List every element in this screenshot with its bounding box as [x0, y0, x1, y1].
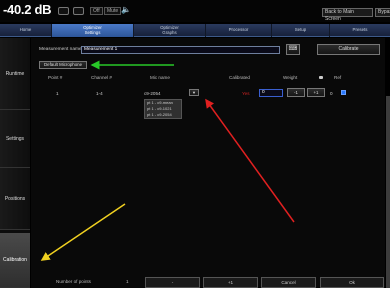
tab-label: Processor	[228, 27, 249, 33]
row-point: 1	[56, 91, 59, 96]
number-of-points-value: 1	[126, 279, 129, 284]
row-channel: 1-4	[96, 91, 103, 96]
header-ref: Ref	[334, 75, 342, 80]
mic-option[interactable]: pt 1 - c9-2054	[145, 112, 181, 118]
speaker-icon[interactable]: 🔈	[121, 5, 131, 14]
tab-optimizer-graphs[interactable]: Optimizer Graphs	[134, 24, 206, 37]
header-mic-name: Mic name	[150, 75, 170, 80]
keyboard-button[interactable]: ⌨	[286, 44, 300, 55]
status-bar: -40.2 dB Off Mute 🔈 Back to Main Screen …	[0, 0, 390, 22]
tab-optimizer-settings[interactable]: Optimizer Settings	[52, 24, 134, 37]
points-minus-button[interactable]: -	[145, 277, 200, 288]
back-to-main-screen-button[interactable]: Back to Main Screen	[322, 8, 373, 22]
tab-presets[interactable]: Presets	[330, 24, 390, 37]
side-tab-calibration[interactable]: Calibration	[0, 233, 30, 288]
lock-icon	[319, 76, 323, 79]
side-tab-runtime[interactable]: Runtime	[0, 38, 30, 110]
calibrate-button[interactable]: Calibrate	[317, 44, 380, 55]
weight-plus-button[interactable]: +1	[307, 88, 325, 97]
weight-minus-button[interactable]: -1	[287, 88, 305, 97]
ref-checkbox[interactable]	[341, 90, 346, 95]
mute-button[interactable]: Mute	[104, 7, 122, 15]
side-tab-settings[interactable]: Settings	[0, 110, 30, 168]
row-calibrated: Yes	[242, 91, 250, 96]
row-value: 0	[330, 91, 333, 96]
level-readout: -40.2 dB	[3, 2, 52, 17]
default-microphone-button[interactable]: Default Microphone	[39, 61, 87, 69]
mic-dropdown-button[interactable]: ▼	[189, 89, 199, 96]
off-button[interactable]: Off	[90, 7, 103, 15]
tab-label: Home	[19, 27, 32, 33]
tab-label: Presets	[352, 27, 368, 33]
header-calibrated: Calibrated	[229, 75, 250, 80]
header-point: Point #	[48, 75, 63, 80]
tab-processor[interactable]: Processor	[206, 24, 272, 37]
calibration-panel	[31, 38, 385, 288]
tab-setup[interactable]: Setup	[272, 24, 330, 37]
tab-label-2: Graphs	[162, 29, 177, 35]
bypass-button[interactable]: Bypass	[375, 8, 390, 17]
side-tab-positions[interactable]: Positions	[0, 168, 30, 230]
main-tab-bar: Home Optimizer Settings Optimizer Graphs P…	[0, 24, 390, 37]
meter-icon[interactable]	[58, 7, 69, 15]
points-plus-button[interactable]: +1	[203, 277, 258, 288]
weight-input[interactable]: 0	[259, 89, 283, 97]
ok-button[interactable]: Ok	[320, 277, 384, 288]
header-channel: Channel #	[91, 75, 112, 80]
tab-label: Setup	[294, 27, 307, 33]
header-weight: Weight	[283, 75, 298, 80]
tab-home[interactable]: Home	[0, 24, 52, 37]
input-icon[interactable]	[73, 7, 84, 15]
scrollbar[interactable]	[386, 96, 390, 288]
measurement-name-label: Measurement name	[39, 47, 82, 52]
row-mic-name: c9-2054	[144, 91, 161, 96]
cancel-button[interactable]: Cancel	[261, 277, 316, 288]
number-of-points-label: Number of points	[56, 279, 91, 284]
tab-label-2: Settings	[84, 29, 101, 35]
side-tab-bar: Runtime Settings Positions Calibration	[0, 38, 30, 288]
mic-dropdown-list: pt 1 - c9-mean pt 1 - c9-1021 pt 1 - c9-…	[144, 99, 182, 119]
measurement-name-input[interactable]: Measurement 1	[81, 46, 280, 54]
